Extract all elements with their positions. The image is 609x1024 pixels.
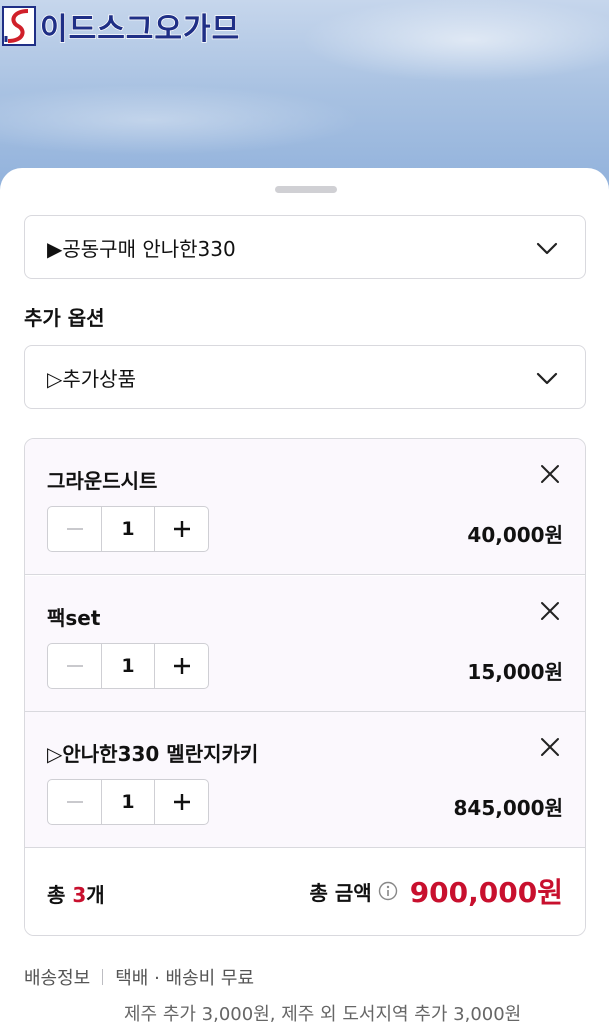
plus-icon bbox=[173, 794, 190, 810]
plus-icon bbox=[173, 658, 190, 674]
quantity-value[interactable]: 1 bbox=[101, 780, 155, 824]
item-name: ▷안나한330 멜란지카키 bbox=[47, 742, 259, 766]
increase-button[interactable] bbox=[155, 644, 208, 688]
total-count-suffix: 개 bbox=[86, 883, 105, 907]
bottom-sheet: ▶공동구매 안나한330 추가 옵션 ▷추가상품 그라운드시트 1 40,000… bbox=[0, 168, 609, 1024]
shipping-info: 배송정보 택배 · 배송비 무료 제주 추가 3,000원, 제주 외 도서지역… bbox=[24, 964, 604, 1024]
store-logo[interactable]: 이드스그오가므 bbox=[2, 4, 242, 48]
chevron-down-icon bbox=[536, 242, 558, 255]
increase-button[interactable] bbox=[155, 780, 208, 824]
total-count-number: 3 bbox=[72, 883, 87, 907]
main-option-select[interactable]: ▶공동구매 안나한330 bbox=[24, 215, 586, 279]
close-icon[interactable] bbox=[539, 736, 561, 758]
increase-button[interactable] bbox=[155, 507, 208, 551]
divider bbox=[102, 969, 104, 985]
item-name: 그라운드시트 bbox=[47, 469, 158, 493]
close-icon[interactable] bbox=[539, 463, 561, 485]
cart-item: 팩set 1 15,000원 bbox=[25, 576, 585, 712]
item-price: 845,000원 bbox=[453, 796, 564, 820]
shipping-method: 택배 · 배송비 무료 bbox=[115, 968, 255, 989]
shipping-note: 제주 추가 3,000원, 제주 외 도서지역 추가 3,000원 bbox=[124, 1004, 522, 1024]
selected-items-panel: 그라운드시트 1 40,000원 팩set 1 15,000원 ▷안나한330 … bbox=[24, 438, 586, 936]
quantity-value[interactable]: 1 bbox=[101, 507, 155, 551]
quantity-value[interactable]: 1 bbox=[101, 644, 155, 688]
plus-icon bbox=[173, 521, 190, 537]
total-amount-label: 총 금액 bbox=[309, 880, 372, 905]
item-price: 15,000원 bbox=[467, 660, 563, 684]
total-amount: 총 금액 900,000원 bbox=[310, 871, 563, 911]
minus-icon bbox=[66, 665, 83, 667]
minus-icon bbox=[66, 801, 83, 803]
extra-options-label: 추가 옵션 bbox=[24, 306, 105, 330]
item-name: 팩set bbox=[47, 606, 101, 630]
quantity-stepper: 1 bbox=[47, 779, 209, 825]
chevron-down-icon bbox=[536, 372, 558, 385]
total-summary: 총 3개 총 금액 900,000원 bbox=[25, 849, 585, 935]
drag-handle[interactable] bbox=[275, 186, 337, 193]
total-count: 총 3개 bbox=[47, 879, 105, 908]
cart-item: ▷안나한330 멜란지카키 1 845,000원 bbox=[25, 712, 585, 848]
logo-text: 이드스그오가므 bbox=[39, 11, 241, 48]
logo-mark-icon bbox=[2, 6, 36, 46]
cart-item: 그라운드시트 1 40,000원 bbox=[25, 439, 585, 575]
extra-option-value: ▷추가상품 bbox=[47, 366, 136, 391]
decrease-button[interactable] bbox=[48, 507, 101, 551]
decrease-button[interactable] bbox=[48, 780, 101, 824]
decrease-button[interactable] bbox=[48, 644, 101, 688]
extra-option-select[interactable]: ▷추가상품 bbox=[24, 345, 586, 409]
item-price: 40,000원 bbox=[467, 523, 563, 547]
main-option-value: ▶공동구매 안나한330 bbox=[47, 236, 236, 261]
quantity-stepper: 1 bbox=[47, 643, 209, 689]
total-amount-value: 900,000원 bbox=[409, 876, 563, 909]
shipping-label: 배송정보 bbox=[24, 968, 91, 989]
total-count-prefix: 총 bbox=[47, 883, 73, 907]
quantity-stepper: 1 bbox=[47, 506, 209, 552]
close-icon[interactable] bbox=[539, 600, 561, 622]
info-icon[interactable] bbox=[378, 881, 398, 901]
minus-icon bbox=[66, 528, 83, 530]
